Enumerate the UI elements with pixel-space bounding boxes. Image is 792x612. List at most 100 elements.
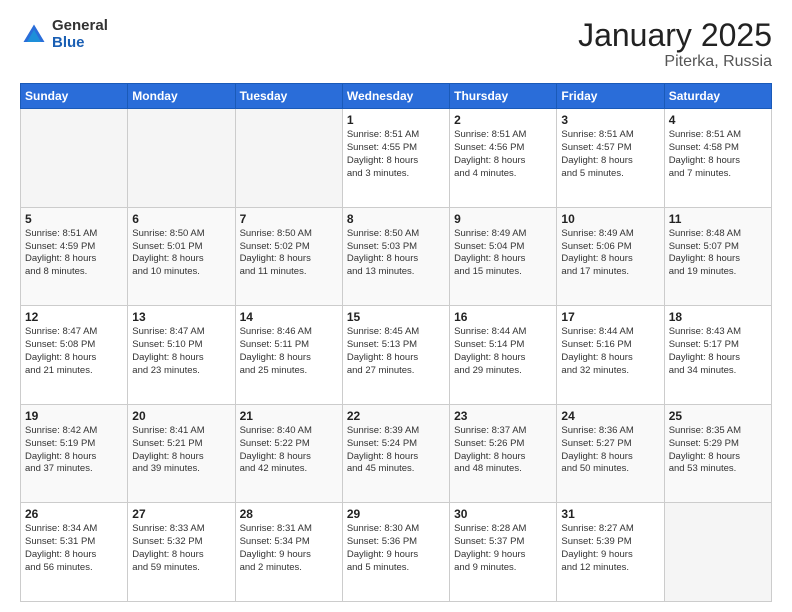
calendar-week-5: 26 Sunrise: 8:34 AM Sunset: 5:31 PM Dayli… [21, 503, 772, 602]
day-number: 27 [132, 507, 230, 521]
calendar-cell [235, 109, 342, 208]
day-number: 6 [132, 212, 230, 226]
day-info: Sunrise: 8:51 AM Sunset: 4:59 PM Dayligh… [25, 228, 123, 279]
header-sunday: Sunday [21, 84, 128, 109]
calendar-table: Sunday Monday Tuesday Wednesday Thursday… [20, 83, 772, 602]
day-number: 13 [132, 310, 230, 324]
day-number: 26 [25, 507, 123, 521]
day-number: 11 [669, 212, 767, 226]
day-info: Sunrise: 8:51 AM Sunset: 4:55 PM Dayligh… [347, 129, 445, 180]
calendar-cell: 8 Sunrise: 8:50 AM Sunset: 5:03 PM Daylig… [342, 207, 449, 306]
calendar-cell: 17 Sunrise: 8:44 AM Sunset: 5:16 PM Dayli… [557, 306, 664, 405]
day-info: Sunrise: 8:50 AM Sunset: 5:02 PM Dayligh… [240, 228, 338, 279]
day-info: Sunrise: 8:27 AM Sunset: 5:39 PM Dayligh… [561, 523, 659, 574]
page: General Blue January 2025 Piterka, Russi… [0, 0, 792, 612]
day-info: Sunrise: 8:47 AM Sunset: 5:10 PM Dayligh… [132, 326, 230, 377]
day-number: 22 [347, 409, 445, 423]
day-number: 8 [347, 212, 445, 226]
calendar-cell: 1 Sunrise: 8:51 AM Sunset: 4:55 PM Daylig… [342, 109, 449, 208]
calendar-cell: 16 Sunrise: 8:44 AM Sunset: 5:14 PM Dayli… [450, 306, 557, 405]
day-number: 20 [132, 409, 230, 423]
day-info: Sunrise: 8:49 AM Sunset: 5:06 PM Dayligh… [561, 228, 659, 279]
calendar-cell: 12 Sunrise: 8:47 AM Sunset: 5:08 PM Dayli… [21, 306, 128, 405]
day-info: Sunrise: 8:30 AM Sunset: 5:36 PM Dayligh… [347, 523, 445, 574]
calendar-cell: 29 Sunrise: 8:30 AM Sunset: 5:36 PM Dayli… [342, 503, 449, 602]
day-number: 5 [25, 212, 123, 226]
logo-blue-text: Blue [52, 35, 108, 52]
day-number: 3 [561, 113, 659, 127]
day-info: Sunrise: 8:46 AM Sunset: 5:11 PM Dayligh… [240, 326, 338, 377]
day-number: 10 [561, 212, 659, 226]
calendar-week-1: 1 Sunrise: 8:51 AM Sunset: 4:55 PM Daylig… [21, 109, 772, 208]
calendar-cell: 3 Sunrise: 8:51 AM Sunset: 4:57 PM Daylig… [557, 109, 664, 208]
calendar-cell: 4 Sunrise: 8:51 AM Sunset: 4:58 PM Daylig… [664, 109, 771, 208]
day-number: 1 [347, 113, 445, 127]
day-number: 12 [25, 310, 123, 324]
day-info: Sunrise: 8:51 AM Sunset: 4:57 PM Dayligh… [561, 129, 659, 180]
calendar-cell: 10 Sunrise: 8:49 AM Sunset: 5:06 PM Dayli… [557, 207, 664, 306]
day-number: 4 [669, 113, 767, 127]
day-info: Sunrise: 8:50 AM Sunset: 5:03 PM Dayligh… [347, 228, 445, 279]
day-info: Sunrise: 8:50 AM Sunset: 5:01 PM Dayligh… [132, 228, 230, 279]
day-number: 28 [240, 507, 338, 521]
calendar-cell: 30 Sunrise: 8:28 AM Sunset: 5:37 PM Dayli… [450, 503, 557, 602]
day-info: Sunrise: 8:40 AM Sunset: 5:22 PM Dayligh… [240, 425, 338, 476]
day-number: 31 [561, 507, 659, 521]
calendar-cell [664, 503, 771, 602]
day-info: Sunrise: 8:47 AM Sunset: 5:08 PM Dayligh… [25, 326, 123, 377]
day-number: 2 [454, 113, 552, 127]
day-info: Sunrise: 8:51 AM Sunset: 4:56 PM Dayligh… [454, 129, 552, 180]
day-info: Sunrise: 8:51 AM Sunset: 4:58 PM Dayligh… [669, 129, 767, 180]
calendar-cell: 25 Sunrise: 8:35 AM Sunset: 5:29 PM Dayli… [664, 404, 771, 503]
day-info: Sunrise: 8:34 AM Sunset: 5:31 PM Dayligh… [25, 523, 123, 574]
logo-general-text: General [52, 18, 108, 35]
header-thursday: Thursday [450, 84, 557, 109]
calendar-cell: 11Sunrise: 8:48 AM Sunset: 5:07 PM Dayli… [664, 207, 771, 306]
calendar-week-2: 5 Sunrise: 8:51 AM Sunset: 4:59 PM Daylig… [21, 207, 772, 306]
day-number: 17 [561, 310, 659, 324]
calendar-cell: 2 Sunrise: 8:51 AM Sunset: 4:56 PM Daylig… [450, 109, 557, 208]
day-info: Sunrise: 8:44 AM Sunset: 5:16 PM Dayligh… [561, 326, 659, 377]
calendar-cell: 21 Sunrise: 8:40 AM Sunset: 5:22 PM Dayli… [235, 404, 342, 503]
header-friday: Friday [557, 84, 664, 109]
calendar-cell: 23Sunrise: 8:37 AM Sunset: 5:26 PM Dayli… [450, 404, 557, 503]
day-info: Sunrise: 8:45 AM Sunset: 5:13 PM Dayligh… [347, 326, 445, 377]
calendar-week-3: 12 Sunrise: 8:47 AM Sunset: 5:08 PM Dayli… [21, 306, 772, 405]
header: General Blue January 2025 Piterka, Russi… [20, 18, 772, 71]
calendar-cell: 9Sunrise: 8:49 AM Sunset: 5:04 PM Daylig… [450, 207, 557, 306]
calendar-cell [21, 109, 128, 208]
day-number: 30 [454, 507, 552, 521]
calendar-cell: 31 Sunrise: 8:27 AM Sunset: 5:39 PM Dayli… [557, 503, 664, 602]
day-number: 25 [669, 409, 767, 423]
calendar-cell: 6 Sunrise: 8:50 AM Sunset: 5:01 PM Daylig… [128, 207, 235, 306]
day-number: 21 [240, 409, 338, 423]
calendar-cell: 27Sunrise: 8:33 AM Sunset: 5:32 PM Dayli… [128, 503, 235, 602]
day-info: Sunrise: 8:35 AM Sunset: 5:29 PM Dayligh… [669, 425, 767, 476]
calendar-week-4: 19 Sunrise: 8:42 AM Sunset: 5:19 PM Dayli… [21, 404, 772, 503]
day-number: 23 [454, 409, 552, 423]
day-info: Sunrise: 8:42 AM Sunset: 5:19 PM Dayligh… [25, 425, 123, 476]
day-number: 14 [240, 310, 338, 324]
calendar-cell: 7 Sunrise: 8:50 AM Sunset: 5:02 PM Daylig… [235, 207, 342, 306]
calendar-cell: 13 Sunrise: 8:47 AM Sunset: 5:10 PM Dayli… [128, 306, 235, 405]
day-info: Sunrise: 8:44 AM Sunset: 5:14 PM Dayligh… [454, 326, 552, 377]
calendar-cell: 24Sunrise: 8:36 AM Sunset: 5:27 PM Dayli… [557, 404, 664, 503]
logo-text: General Blue [52, 18, 108, 51]
calendar-cell: 28Sunrise: 8:31 AM Sunset: 5:34 PM Dayli… [235, 503, 342, 602]
logo-icon [20, 21, 48, 49]
calendar-cell: 5 Sunrise: 8:51 AM Sunset: 4:59 PM Daylig… [21, 207, 128, 306]
day-number: 15 [347, 310, 445, 324]
day-info: Sunrise: 8:28 AM Sunset: 5:37 PM Dayligh… [454, 523, 552, 574]
header-monday: Monday [128, 84, 235, 109]
calendar-cell: 26 Sunrise: 8:34 AM Sunset: 5:31 PM Dayli… [21, 503, 128, 602]
title-block: January 2025 Piterka, Russia [578, 18, 772, 71]
day-number: 29 [347, 507, 445, 521]
calendar-cell: 19 Sunrise: 8:42 AM Sunset: 5:19 PM Dayli… [21, 404, 128, 503]
day-info: Sunrise: 8:39 AM Sunset: 5:24 PM Dayligh… [347, 425, 445, 476]
day-info: Sunrise: 8:49 AM Sunset: 5:04 PM Dayligh… [454, 228, 552, 279]
day-number: 7 [240, 212, 338, 226]
day-number: 19 [25, 409, 123, 423]
day-number: 16 [454, 310, 552, 324]
calendar-cell [128, 109, 235, 208]
day-info: Sunrise: 8:41 AM Sunset: 5:21 PM Dayligh… [132, 425, 230, 476]
